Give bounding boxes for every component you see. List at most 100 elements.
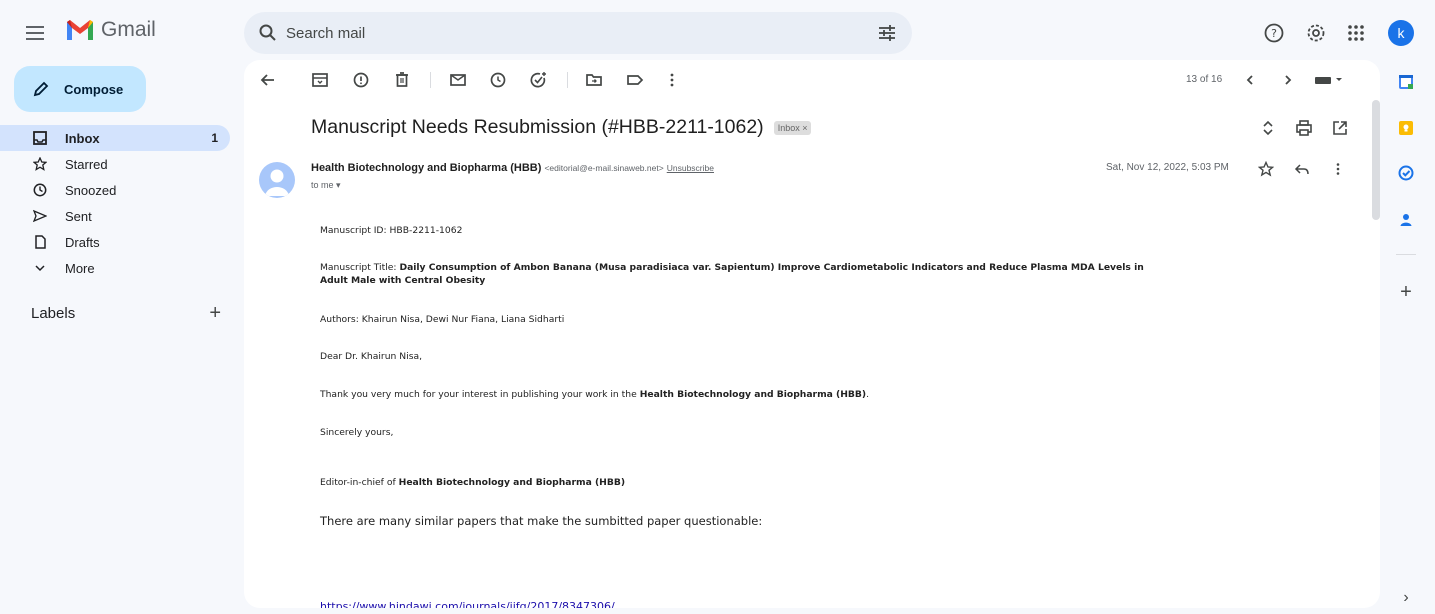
labels-section: Labels + [31,302,221,325]
caret-down-icon: ▾ [336,180,341,190]
sidebar-item-label: Drafts [65,234,100,250]
settings-gear-icon[interactable] [1304,21,1328,45]
scrollbar-thumb[interactable] [1372,100,1380,220]
toolbar-divider [430,72,431,88]
label-tag-icon[interactable] [625,70,645,90]
pencil-icon [33,81,49,97]
thanks-journal: Health Biotechnology and Biopharma (HBB) [639,389,867,400]
unsubscribe-link[interactable]: Unsubscribe [667,163,714,173]
inbox-icon [32,130,48,146]
brand-name: Gmail [101,18,156,41]
search-bar[interactable]: Search mail [244,12,912,54]
sidebar-item-snoozed[interactable]: Snoozed [0,177,230,203]
gmail-m-icon [67,20,93,40]
sidebar-item-sent[interactable]: Sent [0,203,230,229]
star-icon [32,156,48,172]
editor-prefix: Editor-in-chief of [320,477,399,488]
sidebar-item-starred[interactable]: Starred [0,151,230,177]
title-text-line-2: Adult Male with Central Obesity [320,275,486,286]
unread-count: 1 [211,131,218,145]
keep-notes-icon[interactable] [1396,118,1416,138]
manuscript-title: Manuscript Title: Daily Consumption of A… [320,261,1144,287]
search-icon[interactable] [258,23,278,43]
pagination-text: 13 of 16 [1186,74,1223,85]
labels-heading: Labels [31,305,76,322]
back-arrow-icon[interactable] [258,70,278,90]
help-icon[interactable]: ? [1262,21,1286,45]
archive-icon[interactable] [310,70,330,90]
title-text-line-1: Daily Consumption of Ambon Banana (Musa … [399,262,1144,273]
manuscript-id: Manuscript ID: HBB-2211-1062 [320,225,463,236]
add-addon-icon[interactable]: + [1396,281,1416,303]
reference-link[interactable]: https://www.hindawi.com/journals/ijfq/20… [320,600,615,608]
star-icon[interactable] [1258,161,1274,177]
more-vert-icon[interactable] [662,70,682,90]
account-avatar[interactable]: k [1388,20,1414,46]
report-spam-icon[interactable] [351,70,371,90]
input-tools-keyboard-icon[interactable] [1312,70,1346,90]
sender-email: <editorial@e-mail.sinaweb.net> [544,163,664,173]
email-date: Sat, Nov 12, 2022, 5:03 PM [1106,162,1229,173]
authors-line: Authors: Khairun Nisa, Dewi Nur Fiana, L… [320,314,565,325]
sidebar-item-label: Inbox [65,130,100,146]
email-subject: Manuscript Needs Resubmission (#HBB-2211… [311,116,764,138]
sender-info: Health Biotechnology and Biopharma (HBB)… [311,162,714,174]
older-chevron-right-icon[interactable] [1278,70,1298,90]
sidebar-item-inbox[interactable]: Inbox 1 [0,125,230,151]
newer-chevron-left-icon[interactable] [1240,70,1260,90]
sidebar-item-label: Snoozed [65,182,117,198]
recipient-details[interactable]: to me ▾ [311,180,341,191]
email-view: 13 of 16 Manuscript Needs Resubmission (… [244,60,1380,608]
apps-grid-icon[interactable] [1344,21,1368,45]
message-actions [1258,161,1346,177]
gmail-logo[interactable]: Gmail [65,18,156,42]
sidebar-item-more[interactable]: More [0,255,230,281]
add-to-tasks-icon[interactable] [528,70,548,90]
calendar-icon[interactable] [1396,72,1416,92]
note-line: There are many similar papers that make … [320,514,763,528]
sidebar-item-drafts[interactable]: Drafts [0,229,230,255]
sidebar-item-label: More [65,260,95,276]
side-panel-divider [1396,254,1416,255]
main-menu-icon[interactable] [26,20,52,46]
search-input[interactable]: Search mail [286,25,365,42]
editor-line: Editor-in-chief of Health Biotechnology … [320,476,625,489]
search-options-icon[interactable] [876,22,898,44]
compose-label: Compose [64,81,124,97]
editor-journal: Health Biotechnology and Biopharma (HBB) [398,477,626,488]
draft-file-icon [32,234,48,250]
show-side-panel-chevron-icon[interactable]: › [1396,588,1416,608]
mark-unread-icon[interactable] [448,70,468,90]
contacts-icon[interactable] [1396,210,1416,230]
snooze-clock-icon[interactable] [488,70,508,90]
more-vert-icon[interactable] [1330,161,1346,177]
send-icon [32,208,48,224]
reply-icon[interactable] [1294,161,1310,177]
recipient-label: to me [311,180,334,190]
thanks-suffix: . [866,389,870,400]
print-icon[interactable] [1294,118,1314,138]
email-toolbar: 13 of 16 [244,60,1380,100]
add-label-icon[interactable]: + [209,302,221,325]
email-scrollbar[interactable] [1370,100,1380,260]
subject-line: Manuscript Needs Resubmission (#HBB-2211… [311,116,812,139]
toolbar-divider [567,72,568,88]
sidebar-nav: Inbox 1 Starred Snoozed Sent Drafts More [0,125,230,281]
expand-all-icon[interactable] [1258,118,1278,138]
greeting-line: Dear Dr. Khairun Nisa, [320,351,423,362]
thanks-prefix: Thank you very much for your interest in… [320,389,640,400]
move-to-folder-icon[interactable] [584,70,604,90]
clock-icon [32,182,48,198]
sender-name[interactable]: Health Biotechnology and Biopharma (HBB) [311,162,541,174]
delete-trash-icon[interactable] [392,70,412,90]
sidebar-item-label: Starred [65,156,108,172]
sender-avatar[interactable] [259,162,295,198]
top-bar: Gmail Search mail ? k [0,0,1435,64]
thanks-line: Thank you very much for your interest in… [320,388,869,401]
compose-button[interactable]: Compose [14,66,146,112]
open-new-window-icon[interactable] [1330,118,1350,138]
chevron-down-icon [32,260,48,276]
inbox-label-chip[interactable]: Inbox × [773,120,812,135]
tasks-icon[interactable] [1396,163,1416,183]
svg-text:?: ? [1271,27,1277,40]
